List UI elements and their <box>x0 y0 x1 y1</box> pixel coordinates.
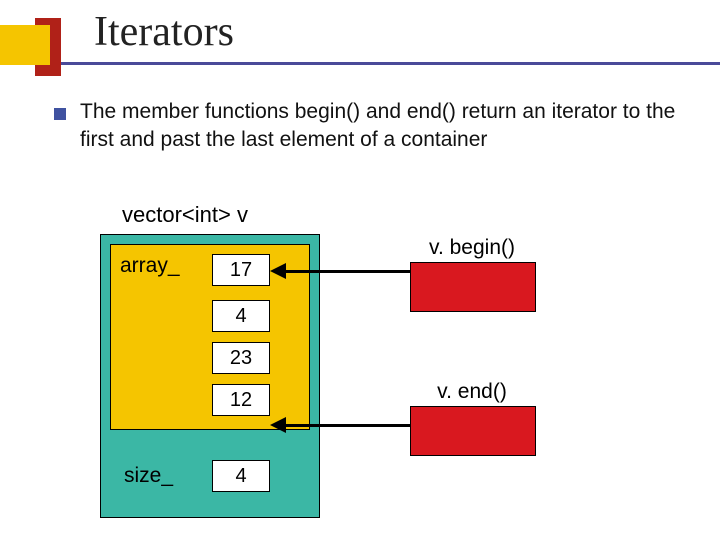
body-paragraph: The member functions begin() and end() r… <box>80 98 680 155</box>
array-cell-2: 23 <box>212 342 270 374</box>
size-cell: 4 <box>212 460 270 492</box>
begin-label: v. begin() <box>410 236 534 260</box>
title-bar: Iterators <box>0 0 720 82</box>
end-arrow-shaft <box>285 424 410 427</box>
title-underline <box>0 62 720 65</box>
begin-arrow-head-icon <box>270 263 286 279</box>
begin-arrow-shaft <box>285 270 410 273</box>
array-cell-0: 17 <box>212 254 270 286</box>
vector-label: vector<int> v <box>122 202 248 228</box>
array-member-label: array_ <box>120 254 180 278</box>
end-arrow-head-icon <box>270 417 286 433</box>
bullet-icon <box>54 108 66 120</box>
slide-title: Iterators <box>94 8 234 56</box>
end-pointer-box <box>410 406 536 456</box>
deco-yellow-block <box>0 25 50 65</box>
array-cell-3: 12 <box>212 384 270 416</box>
end-label: v. end() <box>410 380 534 404</box>
array-cell-1: 4 <box>212 300 270 332</box>
begin-pointer-box <box>410 262 536 312</box>
diagram: vector<int> v array_ 17 4 23 12 size_ 4 … <box>100 202 620 522</box>
size-member-label: size_ <box>124 464 173 488</box>
